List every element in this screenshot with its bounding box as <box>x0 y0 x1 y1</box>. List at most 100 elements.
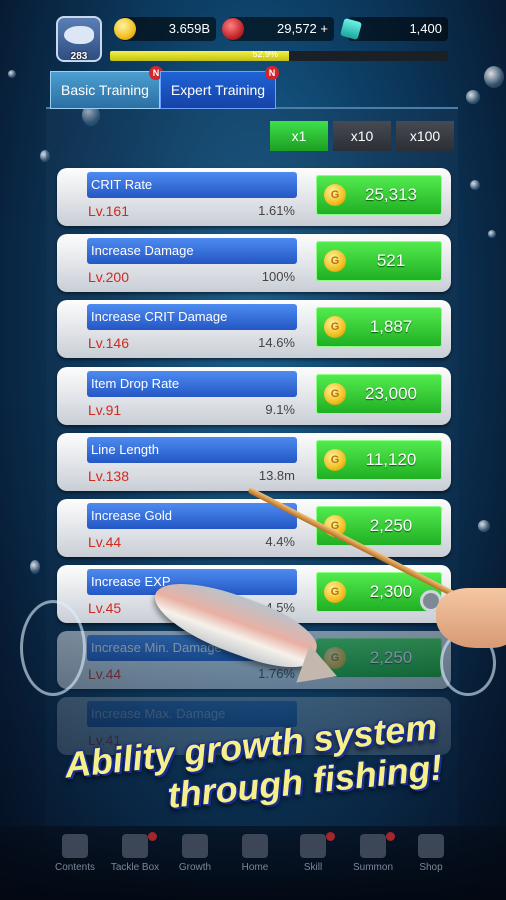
upgrade-level: Lv.45 <box>88 600 122 616</box>
upgrade-value: 1.61% <box>258 203 295 218</box>
hand-illustration <box>436 588 506 648</box>
water-drop <box>478 520 490 532</box>
upgrade-buy-button[interactable]: G 25,313 <box>316 175 442 215</box>
upgrade-cost: 521 <box>376 251 406 270</box>
gold-amount: 3.659B <box>168 21 210 36</box>
tab-basic-training[interactable]: Basic Training N <box>50 66 163 109</box>
upgrade-cost: 2,250 <box>369 648 413 667</box>
gem-counter[interactable]: 29,572 + <box>222 17 334 41</box>
nav-growth[interactable]: Growth <box>165 834 225 873</box>
upgrade-buy-button[interactable]: G 521 <box>316 241 442 281</box>
upgrade-cost: 11,120 <box>365 450 417 469</box>
upgrade-level: Lv.44 <box>88 666 122 682</box>
upgrade-level: Lv.91 <box>88 402 122 418</box>
bottom-nav: Contents Tackle Box Growth Home Skill Summon S… <box>0 826 506 900</box>
gold-counter: 3.659B <box>114 17 216 41</box>
new-badge: N <box>265 66 279 80</box>
nav-shop[interactable]: Shop <box>401 834 461 873</box>
nav-label: Home <box>241 862 269 873</box>
upgrade-row: Item Drop Rate Lv.91 9.1% G 23,000 <box>57 367 451 425</box>
ticket-icon <box>339 17 363 41</box>
gold-coin-icon: G <box>324 316 346 338</box>
upgrade-level: Lv.200 <box>88 269 129 285</box>
upgrade-cost: 1,887 <box>369 317 413 336</box>
gold-coin-icon: G <box>324 383 346 405</box>
upgrade-level: Lv.44 <box>88 534 122 550</box>
tackle-box-icon <box>122 834 148 858</box>
upgrade-name: Item Drop Rate <box>87 371 297 397</box>
upgrade-value: 9.1% <box>265 402 295 417</box>
fish-icon <box>242 834 268 858</box>
water-drop <box>8 70 16 78</box>
nav-label: Shop <box>419 862 443 873</box>
upgrade-name: Line Length <box>87 437 297 463</box>
gold-coin-icon <box>114 18 136 40</box>
layers-icon <box>62 834 88 858</box>
player-avatar[interactable]: 283 <box>56 16 102 62</box>
tab-expert-training[interactable]: Expert Training N <box>160 66 279 109</box>
upgrade-row: Increase CRIT Damage Lv.146 14.6% G 1,887 <box>57 300 451 358</box>
ticket-counter: 1,400 <box>339 17 448 41</box>
upgrade-level: Lv.146 <box>88 335 129 351</box>
water-drop <box>466 90 480 104</box>
gold-coin-icon: G <box>324 250 346 272</box>
water-drop <box>484 66 504 88</box>
nav-summon[interactable]: Summon <box>343 832 403 873</box>
upgrade-row: Increase Damage Lv.200 100% G 521 <box>57 234 451 292</box>
lightning-icon <box>300 834 326 858</box>
upgrade-row: Line Length Lv.138 13.8m G 11,120 <box>57 433 451 491</box>
water-drop <box>470 180 480 190</box>
upgrade-row: Increase Gold Lv.44 4.4% G 2,250 <box>57 499 451 557</box>
chest-icon <box>360 834 386 858</box>
upgrade-value: 13.8m <box>258 468 295 483</box>
notification-dot <box>326 832 335 841</box>
gem-icon <box>222 18 244 40</box>
upgrade-buy-button[interactable]: G 1,887 <box>316 307 442 347</box>
nav-home[interactable]: Home <box>225 834 285 873</box>
multiplier-x100-button[interactable]: x100 <box>396 121 454 151</box>
nav-label: Summon <box>352 862 393 873</box>
multiplier-x1-button[interactable]: x1 <box>270 121 328 151</box>
gold-coin-icon: G <box>324 581 346 603</box>
upgrade-cost: 23,000 <box>365 384 417 403</box>
upgrade-value: 100% <box>261 269 295 284</box>
gold-coin-icon: G <box>324 449 346 471</box>
nav-contents[interactable]: Contents <box>45 834 105 873</box>
xp-bar: 52.9% <box>110 51 448 61</box>
nav-label: Growth <box>178 862 212 873</box>
water-drop <box>30 560 40 574</box>
water-drop <box>488 230 496 238</box>
nav-label: Skill <box>303 862 323 873</box>
tab-label: Basic Training <box>61 82 149 98</box>
nav-label: Tackle Box <box>110 862 160 873</box>
upgrade-cost: 25,313 <box>365 185 417 204</box>
upgrade-name: Increase Gold <box>87 503 297 529</box>
upgrade-level: Lv.138 <box>88 468 129 484</box>
tab-label: Expert Training <box>170 82 266 98</box>
upgrade-name: Increase Damage <box>87 238 297 264</box>
ticket-amount: 1,400 <box>409 21 442 36</box>
upgrade-buy-button[interactable]: G 23,000 <box>316 374 442 414</box>
notification-dot <box>386 832 395 841</box>
notification-dot <box>148 832 157 841</box>
upgrade-name: CRIT Rate <box>87 172 297 198</box>
upgrade-cost: 2,250 <box>369 516 413 535</box>
upgrade-buy-button[interactable]: G 2,250 <box>316 506 442 546</box>
multiplier-x10-button[interactable]: x10 <box>333 121 391 151</box>
upgrade-name: Increase CRIT Damage <box>87 304 297 330</box>
upgrade-value: 1.76% <box>258 666 295 681</box>
upgrade-level: Lv.161 <box>88 203 129 219</box>
water-splash <box>20 600 86 696</box>
upgrade-value: 4.4% <box>265 534 295 549</box>
upgrade-buy-button[interactable]: G 11,120 <box>316 440 442 480</box>
shop-icon <box>418 834 444 858</box>
xp-percent-text: 52.9% <box>252 51 278 59</box>
nav-skill[interactable]: Skill <box>283 832 343 873</box>
gem-plus-button[interactable]: + <box>320 21 328 36</box>
upgrade-cost: 2,300 <box>369 582 413 601</box>
gem-amount: 29,572 <box>277 21 317 36</box>
fist-icon <box>182 834 208 858</box>
nav-tackle-box[interactable]: Tackle Box <box>105 832 165 873</box>
player-level: 283 <box>70 51 88 62</box>
upgrade-value: 14.6% <box>258 335 295 350</box>
